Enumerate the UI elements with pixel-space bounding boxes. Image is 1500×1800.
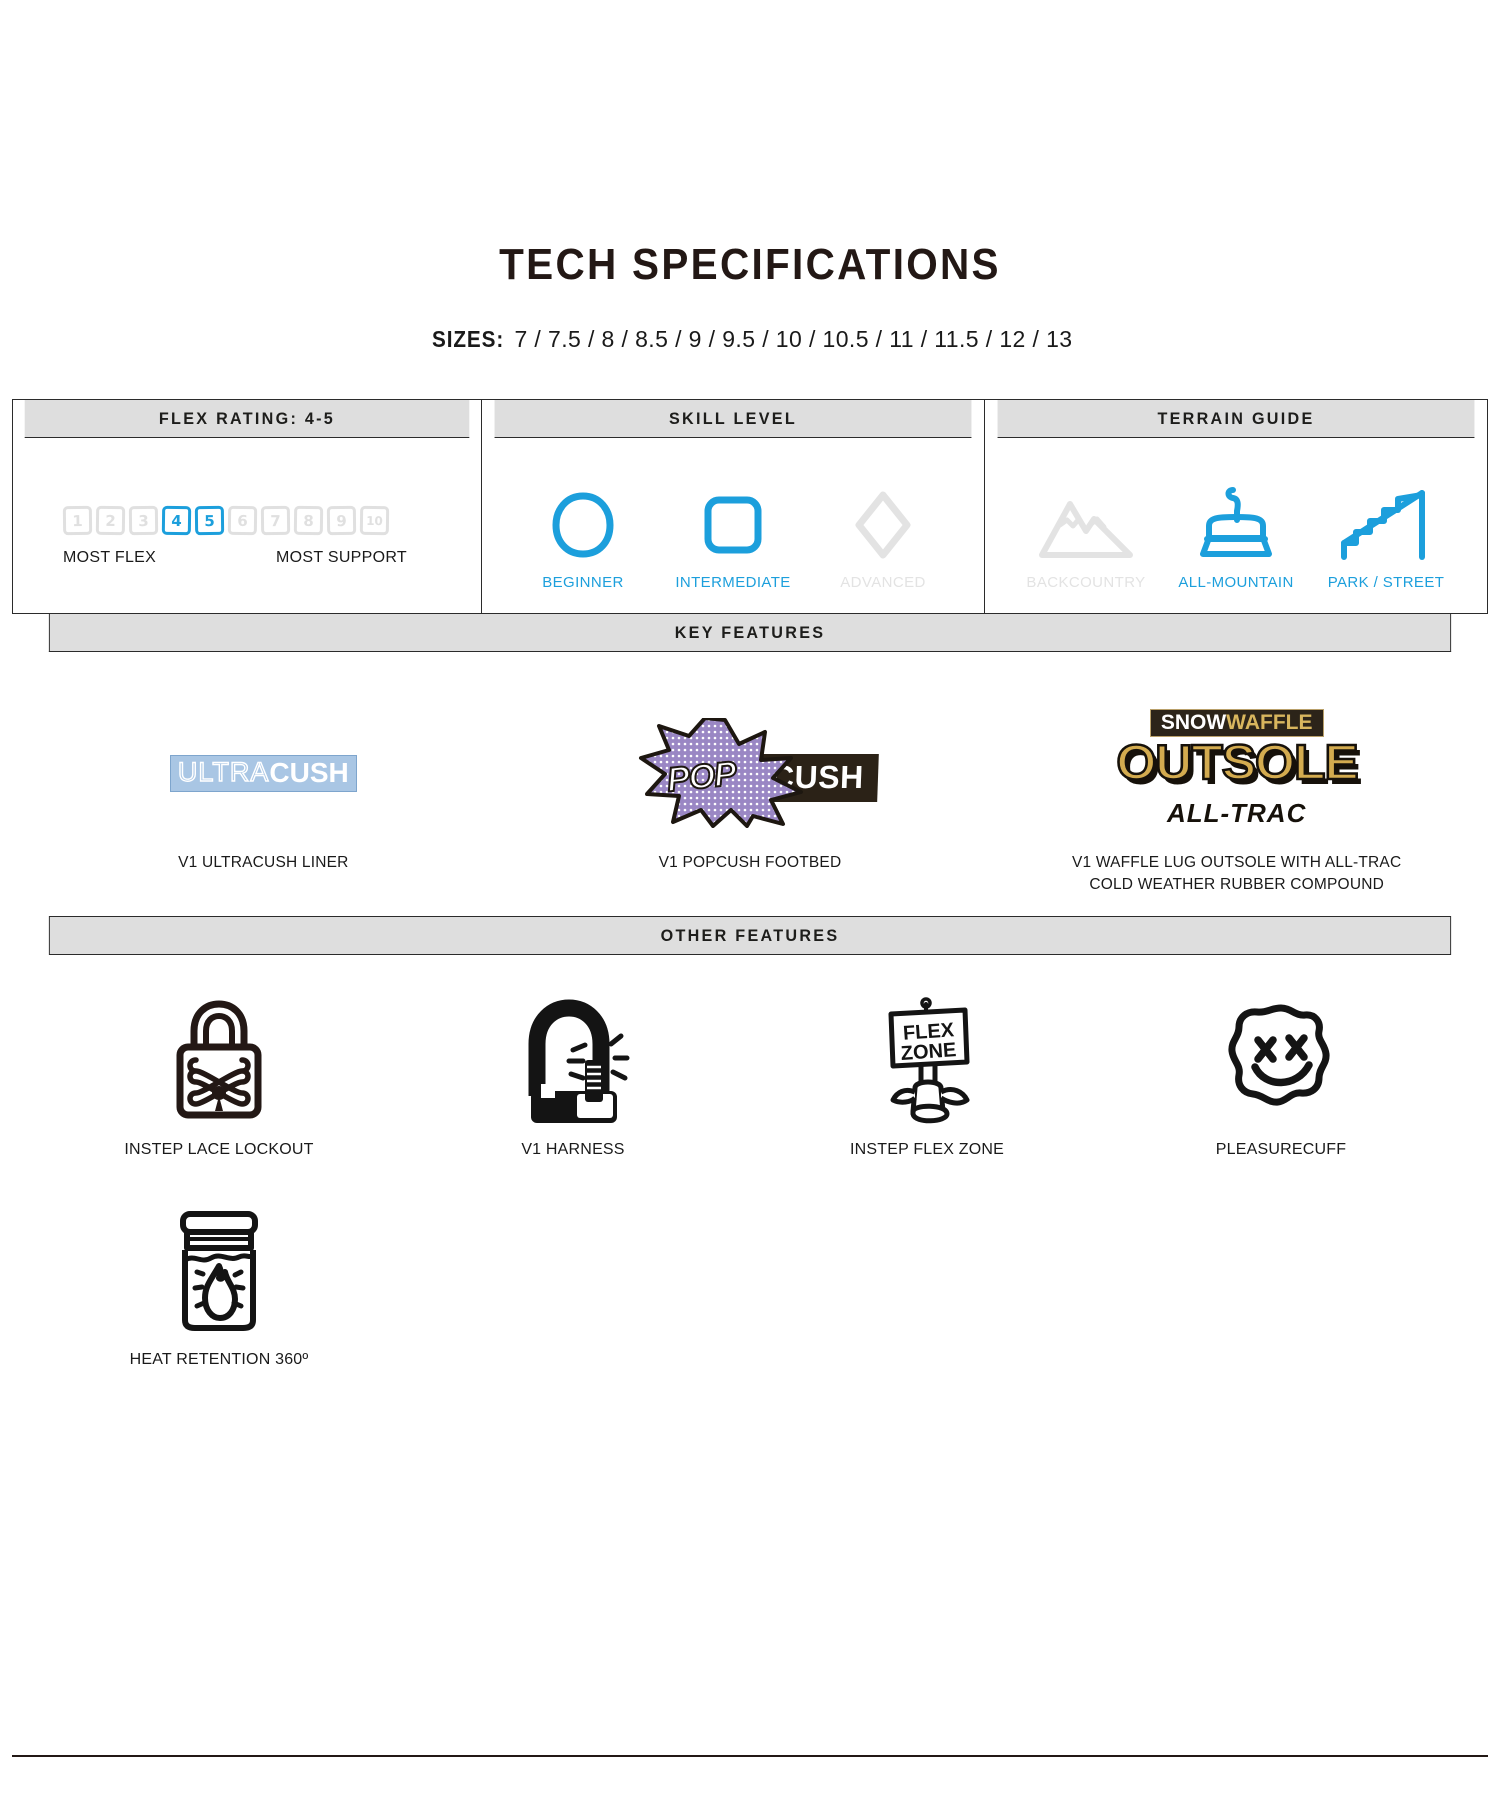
skill-item-intermediate[interactable]: INTERMEDIATE bbox=[658, 461, 808, 591]
flame-jar-icon bbox=[167, 1205, 271, 1337]
other-features-header: OTHER FEATURES bbox=[48, 916, 1452, 955]
all-trac-wordmark: ALL-TRAC bbox=[1166, 798, 1307, 828]
u-lock-icon bbox=[513, 995, 633, 1127]
sizes-value: 7 / 7.5 / 8 / 8.5 / 9 / 9.5 / 10 / 10.5 … bbox=[514, 326, 1073, 352]
flex-box-6[interactable]: 6 bbox=[227, 505, 258, 536]
key-feature-caption-ultracush: V1 ULTRACUSH LINER bbox=[178, 854, 349, 871]
spec-table: FLEX RATING: 4-5 1 2 3 4 5 6 7 8 9 10 MO… bbox=[12, 399, 1488, 614]
flex-box-10[interactable]: 10 bbox=[359, 505, 390, 536]
sizes-label: SIZES: bbox=[431, 326, 504, 352]
tech-specifications-page: TECH SPECIFICATIONS SIZES: 7 / 7.5 / 8 /… bbox=[0, 240, 1500, 1800]
key-features-header: KEY FEATURES bbox=[48, 614, 1452, 652]
other-feature-label-4: HEAT RETENTION 360º bbox=[129, 1351, 309, 1368]
other-feature-heat-retention: HEAT RETENTION 360º bbox=[42, 1205, 396, 1369]
skill-level-body: BEGINNER INTERMEDIATE ADVANCED bbox=[482, 438, 984, 613]
snowwaffle-waffle: WAFFLE bbox=[1226, 711, 1313, 734]
terrain-guide-column: TERRAIN GUIDE BACKCOUNTRY ALL-MOUNTAIN P… bbox=[985, 400, 1487, 613]
other-features-grid: INSTEP LACE LOCKOUT V1 HARNESS FLEX ZONE… bbox=[12, 995, 1488, 1415]
flex-box-7[interactable]: 7 bbox=[260, 505, 291, 536]
terrain-guide-header: TERRAIN GUIDE bbox=[997, 400, 1475, 438]
terrain-guide-body: BACKCOUNTRY ALL-MOUNTAIN PARK / STREET bbox=[985, 438, 1487, 613]
flex-box-2[interactable]: 2 bbox=[95, 505, 126, 536]
flex-box-3[interactable]: 3 bbox=[128, 505, 159, 536]
other-feature-label-3: PLEASURECUFF bbox=[1215, 1141, 1347, 1158]
most-flex-label: MOST FLEX bbox=[63, 549, 157, 566]
svg-text:ZONE: ZONE bbox=[900, 1039, 957, 1065]
terrain-item-park-street[interactable]: PARK / STREET bbox=[1311, 461, 1461, 591]
skill-label-beginner: BEGINNER bbox=[542, 573, 624, 591]
flex-scale: 1 2 3 4 5 6 7 8 9 10 bbox=[62, 505, 431, 536]
caption-line-1: V1 WAFFLE LUG OUTSOLE WITH ALL-TRAC bbox=[1071, 854, 1402, 871]
rail-stairs-icon bbox=[1338, 486, 1434, 564]
ultracush-logo: ULTRA CUSH bbox=[169, 708, 357, 838]
other-feature-instep-flex-zone: FLEX ZONE INSTEP FLEX ZONE bbox=[750, 995, 1104, 1159]
key-feature-waffle-outsole: SNOWWAFFLE OUTSOLE ALL-TRAC V1 WAFFLE LU… bbox=[993, 708, 1480, 896]
snowwaffle-snow: SNOW bbox=[1160, 711, 1227, 734]
chairlift-icon bbox=[1193, 486, 1279, 564]
diamond-icon bbox=[850, 486, 916, 564]
flex-rating-body: 1 2 3 4 5 6 7 8 9 10 MOST FLEX MOST SUPP… bbox=[13, 438, 481, 613]
popcush-logo-pop: POP bbox=[664, 754, 738, 801]
x-eyes-smiley-icon bbox=[1221, 995, 1341, 1127]
other-feature-label-2: INSTEP FLEX ZONE bbox=[849, 1141, 1005, 1158]
ultracush-logo-cush: CUSH bbox=[269, 756, 349, 788]
skill-level-header: SKILL LEVEL bbox=[494, 400, 972, 438]
ultracush-logo-ultra: ULTRA bbox=[177, 757, 270, 787]
key-features-row: ULTRA CUSH V1 ULTRACUSH LINER CUSH POP V… bbox=[12, 708, 1488, 896]
key-feature-caption-popcush: V1 POPCUSH FOOTBED bbox=[658, 854, 842, 871]
flex-rating-header: FLEX RATING: 4-5 bbox=[24, 400, 470, 438]
skill-label-advanced: ADVANCED bbox=[840, 573, 926, 591]
skill-item-advanced[interactable]: ADVANCED bbox=[808, 461, 958, 591]
outsole-wordmark: OUTSOLE bbox=[1115, 736, 1360, 790]
snowwaffle-badge: SNOWWAFFLE bbox=[1149, 709, 1324, 737]
flex-box-4[interactable]: 4 bbox=[161, 505, 192, 536]
other-feature-label-1: V1 HARNESS bbox=[521, 1141, 625, 1158]
terrain-label-park-street: PARK / STREET bbox=[1327, 573, 1445, 591]
flex-zone-sign-icon: FLEX ZONE bbox=[871, 995, 983, 1127]
flex-box-8[interactable]: 8 bbox=[293, 505, 324, 536]
terrain-item-all-mountain[interactable]: ALL-MOUNTAIN bbox=[1161, 461, 1311, 591]
sizes-line: SIZES: 7 / 7.5 / 8 / 8.5 / 9 / 9.5 / 10 … bbox=[12, 326, 1488, 353]
skill-level-column: SKILL LEVEL BEGINNER INTERMEDIATE ADVANC… bbox=[482, 400, 985, 613]
most-support-label: MOST SUPPORT bbox=[275, 549, 407, 566]
terrain-label-backcountry: BACKCOUNTRY bbox=[1026, 573, 1146, 591]
terrain-label-all-mountain: ALL-MOUNTAIN bbox=[1178, 573, 1294, 591]
skill-label-intermediate: INTERMEDIATE bbox=[675, 573, 791, 591]
flex-box-9[interactable]: 9 bbox=[326, 505, 357, 536]
bottom-divider bbox=[12, 1755, 1488, 1757]
other-feature-pleasurecuff: PLEASURECUFF bbox=[1104, 995, 1458, 1159]
other-feature-instep-lace-lockout: INSTEP LACE LOCKOUT bbox=[42, 995, 396, 1159]
flex-box-1[interactable]: 1 bbox=[62, 505, 93, 536]
circle-icon bbox=[550, 486, 616, 564]
other-feature-v1-harness: V1 HARNESS bbox=[396, 995, 750, 1159]
caption-line-2: COLD WEATHER RUBBER COMPOUND bbox=[1089, 876, 1384, 893]
mountain-icon bbox=[1034, 486, 1138, 564]
key-feature-ultracush: ULTRA CUSH V1 ULTRACUSH LINER bbox=[20, 708, 507, 896]
popcush-logo: CUSH POP bbox=[635, 708, 879, 838]
flex-box-5[interactable]: 5 bbox=[194, 505, 225, 536]
padlock-laces-icon bbox=[164, 995, 274, 1127]
square-icon bbox=[700, 486, 766, 564]
terrain-item-backcountry[interactable]: BACKCOUNTRY bbox=[1011, 461, 1161, 591]
flex-rating-column: FLEX RATING: 4-5 1 2 3 4 5 6 7 8 9 10 MO… bbox=[13, 400, 482, 613]
key-feature-caption-waffle-outsole: V1 WAFFLE LUG OUTSOLE WITH ALL-TRAC COLD… bbox=[1072, 852, 1401, 896]
other-feature-label-0: INSTEP LACE LOCKOUT bbox=[124, 1141, 314, 1158]
key-feature-popcush: CUSH POP V1 POPCUSH FOOTBED bbox=[507, 708, 994, 896]
snowwaffle-outsole-logo: SNOWWAFFLE OUTSOLE ALL-TRAC bbox=[1115, 708, 1360, 838]
skill-item-beginner[interactable]: BEGINNER bbox=[508, 461, 658, 591]
page-title: TECH SPECIFICATIONS bbox=[499, 240, 1001, 289]
